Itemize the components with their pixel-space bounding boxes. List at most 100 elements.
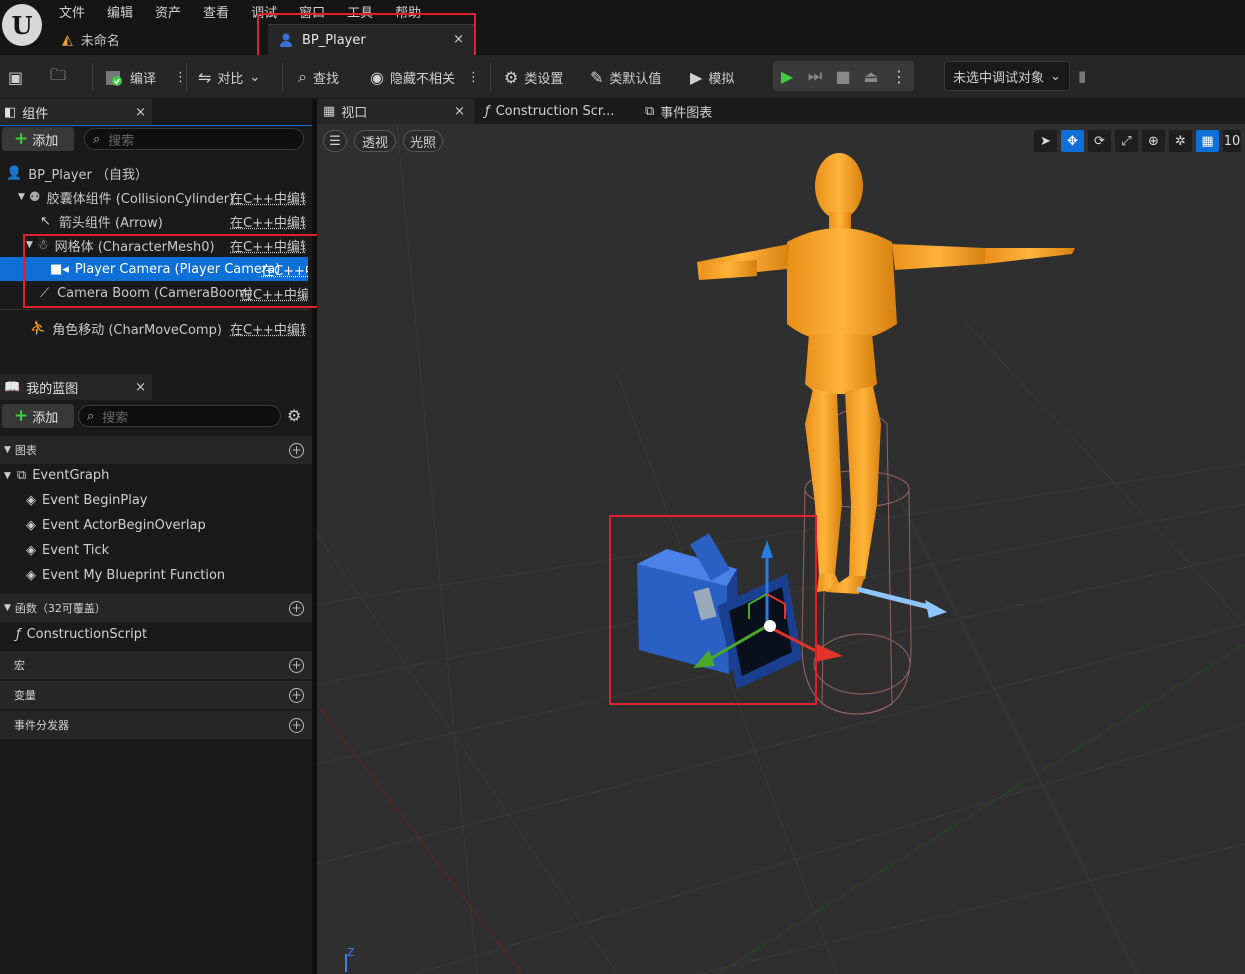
menu-tools[interactable]: 工具	[336, 0, 384, 22]
event-item[interactable]: ◈ Event My Blueprint Function	[26, 568, 225, 583]
edit-cpp-link[interactable]: 在C++中编辑	[240, 284, 308, 303]
blueprint-actor-icon	[280, 33, 292, 47]
diff-button[interactable]: ⇋ 对比 ⌄	[198, 55, 260, 99]
menu-edit[interactable]: 编辑	[96, 0, 144, 22]
move-icon: ✥	[1067, 133, 1078, 149]
tab-bp-player[interactable]: BP_Player ×	[268, 24, 474, 55]
title-bar: U 文件 编辑 资产 查看 调试 窗口 工具 帮助 ◭ 未命名 BP_Playe…	[0, 0, 1245, 55]
unreal-logo[interactable]: U	[2, 4, 42, 46]
menu-view[interactable]: 查看	[192, 0, 240, 22]
lit-button[interactable]: 光照	[403, 130, 443, 152]
close-icon[interactable]: ×	[135, 380, 146, 395]
play-icon[interactable]: ▶	[773, 67, 801, 86]
section-functions-label: 函数（32可覆盖）	[14, 602, 106, 615]
add-circle-icon[interactable]: +	[289, 657, 304, 673]
edit-cpp-link[interactable]: 在C++中编辑	[230, 212, 306, 231]
menu-asset[interactable]: 资产	[144, 0, 192, 22]
browse-button[interactable]: 🗀	[50, 55, 66, 99]
add-circle-icon[interactable]: +	[289, 717, 304, 733]
function-item[interactable]: ƒ ConstructionScript	[16, 627, 147, 642]
add-circle-icon[interactable]: +	[289, 442, 304, 458]
translate-mode-button[interactable]: ✥	[1061, 130, 1084, 152]
menu-file[interactable]: 文件	[48, 0, 96, 22]
menu-help[interactable]: 帮助	[384, 0, 432, 22]
select-mode-button[interactable]: ➤	[1034, 130, 1057, 152]
camera-model	[637, 533, 802, 689]
section-dispatchers[interactable]: 事件分发器 +	[0, 711, 312, 739]
section-graphs[interactable]: ▼ 图表 +	[0, 436, 312, 464]
component-item[interactable]: ⟋ Camera Boom (CameraBoom) 在C++中编辑	[0, 281, 308, 305]
more-options-icon[interactable]: ⋮	[885, 67, 913, 86]
section-variables-label: 变量	[14, 689, 36, 702]
menu-debug[interactable]: 调试	[240, 0, 288, 22]
grid-size-value[interactable]: 10	[1223, 130, 1241, 152]
tab-untitled-level[interactable]: ◭ 未命名	[62, 30, 120, 50]
editor-tabs: ▦ 视口 × ƒ Construction Scr... ⧉ 事件图表	[317, 99, 1245, 124]
gear-icon: ⚙	[504, 67, 519, 87]
myblueprint-tab[interactable]: 📖 我的蓝图 ×	[0, 374, 152, 400]
chevron-down-icon: ⌄	[249, 69, 261, 85]
eject-icon[interactable]: ⏏	[857, 67, 885, 86]
find-label: 查找	[312, 71, 339, 87]
graph-eventgraph[interactable]: ▼ ⧉ EventGraph	[4, 468, 109, 483]
add-circle-icon[interactable]: +	[289, 687, 304, 703]
debug-filter-icon[interactable]: ▮	[1078, 67, 1086, 85]
debug-object-select[interactable]: 未选中调试对象 ⌄	[944, 61, 1070, 91]
viewport-menu-button[interactable]: ☰	[323, 130, 347, 152]
hide-unrelated-button[interactable]: ◉ 隐藏不相关 ⋮	[370, 55, 480, 99]
section-variables[interactable]: 变量 +	[0, 681, 312, 709]
tab-viewport[interactable]: ▦ 视口 ×	[317, 99, 475, 124]
viewport-scene	[317, 124, 1245, 974]
section-macros[interactable]: 宏 +	[0, 651, 312, 679]
component-item-selected[interactable]: ■◂ Player Camera (Player Camera) 在C++中	[0, 257, 308, 281]
find-button[interactable]: ⌕ 查找	[298, 55, 339, 99]
save-button[interactable]: ▣	[8, 55, 23, 99]
event-item[interactable]: ◈ Event Tick	[26, 543, 109, 558]
components-tab[interactable]: ◧ 组件 ×	[0, 99, 152, 125]
close-icon[interactable]: ×	[453, 32, 464, 47]
edit-cpp-link[interactable]: 在C++中	[261, 260, 308, 279]
add-component-button[interactable]: + 添加	[2, 127, 74, 151]
component-item[interactable]: ↖ 箭头组件 (Arrow) 在C++中编辑	[0, 209, 308, 233]
grid-snap-button[interactable]: ▦	[1196, 130, 1219, 152]
rotate-mode-button[interactable]: ⟳	[1088, 130, 1111, 152]
scale-mode-button[interactable]: ⤢	[1115, 130, 1138, 152]
search-icon: ⌕	[87, 408, 95, 424]
myblueprint-tab-label: 我的蓝图	[26, 381, 79, 397]
component-root[interactable]: 👤 BP_Player （自我）	[0, 161, 308, 185]
compile-button[interactable]: 编译 ⋮	[104, 55, 187, 99]
more-options-icon[interactable]: ⋮	[467, 70, 480, 85]
stop-icon[interactable]: ■	[829, 67, 857, 86]
menu-window[interactable]: 窗口	[288, 0, 336, 22]
component-item[interactable]: ⛹ 角色移动 (CharMoveComp) 在C++中编辑	[0, 316, 308, 340]
event-item[interactable]: ◈ Event ActorBeginOverlap	[26, 518, 206, 533]
gear-icon[interactable]: ⚙	[287, 406, 301, 425]
add-blueprint-button[interactable]: + 添加	[2, 404, 74, 428]
edit-cpp-link[interactable]: 在C++中编辑	[230, 236, 306, 255]
section-functions[interactable]: ▼ 函数（32可覆盖） +	[0, 594, 312, 622]
edit-cpp-link[interactable]: 在C++中编辑	[230, 319, 306, 338]
compile-label: 编译	[130, 71, 157, 87]
simulate-button[interactable]: ▶ 模拟	[690, 55, 734, 99]
play-controls: ▶ ⏭ ■ ⏏ ⋮	[773, 61, 914, 91]
surface-snap-button[interactable]: ✲	[1169, 130, 1192, 152]
component-label: 胶囊体组件 (CollisionCylinder)	[46, 191, 235, 207]
add-circle-icon[interactable]: +	[289, 600, 304, 616]
class-defaults-button[interactable]: ✎ 类默认值	[590, 55, 661, 99]
class-settings-button[interactable]: ⚙ 类设置	[504, 55, 563, 99]
edit-cpp-link[interactable]: 在C++中编辑	[230, 188, 306, 207]
perspective-button[interactable]: 透视	[354, 130, 396, 152]
spring-arm-icon: ⟋	[40, 285, 50, 301]
myblueprint-search-input[interactable]: ⌕ 搜索	[78, 405, 281, 427]
event-item[interactable]: ◈ Event BeginPlay	[26, 493, 148, 508]
world-local-button[interactable]: ⊕	[1142, 130, 1165, 152]
tab-eventgraph[interactable]: ⧉ 事件图表	[645, 99, 712, 124]
components-search-input[interactable]: ⌕ 搜索	[84, 128, 304, 150]
close-icon[interactable]: ×	[454, 104, 465, 119]
component-item[interactable]: ▼ ☃ 网格体 (CharacterMesh0) 在C++中编辑	[0, 233, 308, 257]
close-icon[interactable]: ×	[135, 105, 146, 120]
tab-construction[interactable]: ƒ Construction Scr...	[485, 99, 614, 124]
viewport[interactable]: Z ☰ 透视 光照 ➤ ✥ ⟳ ⤢ ⊕ ✲ ▦ 10	[317, 124, 1245, 974]
step-icon[interactable]: ⏭	[801, 66, 829, 86]
component-item[interactable]: ▼ ⚉ 胶囊体组件 (CollisionCylinder) 在C++中编辑	[0, 185, 308, 209]
